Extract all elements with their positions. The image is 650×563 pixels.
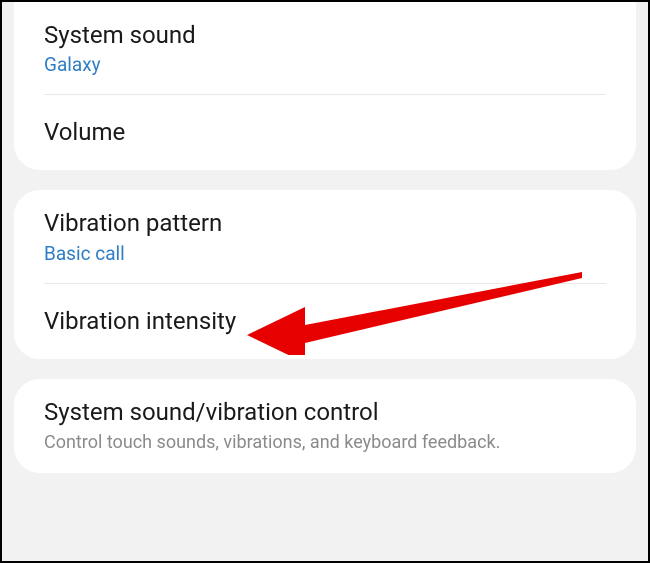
system-sound-row[interactable]: System sound Galaxy	[14, 2, 636, 94]
system-sound-vibration-row[interactable]: System sound/vibration control Control t…	[14, 379, 636, 473]
system-sound-vibration-title: System sound/vibration control	[44, 397, 606, 428]
volume-title: Volume	[44, 117, 606, 148]
sound-card: System sound Galaxy Volume	[14, 2, 636, 170]
vibration-intensity-row[interactable]: Vibration intensity	[14, 284, 636, 359]
system-sound-vibration-card: System sound/vibration control Control t…	[14, 379, 636, 473]
system-sound-value: Galaxy	[44, 53, 606, 76]
vibration-pattern-title: Vibration pattern	[44, 208, 606, 239]
system-sound-title: System sound	[44, 20, 606, 51]
vibration-card: Vibration pattern Basic call Vibration i…	[14, 190, 636, 358]
vibration-pattern-row[interactable]: Vibration pattern Basic call	[14, 190, 636, 282]
vibration-intensity-title: Vibration intensity	[44, 306, 606, 337]
volume-row[interactable]: Volume	[14, 95, 636, 170]
vibration-pattern-value: Basic call	[44, 242, 606, 265]
system-sound-vibration-desc: Control touch sounds, vibrations, and ke…	[44, 430, 606, 455]
settings-list: System sound Galaxy Volume Vibration pat…	[2, 2, 648, 473]
